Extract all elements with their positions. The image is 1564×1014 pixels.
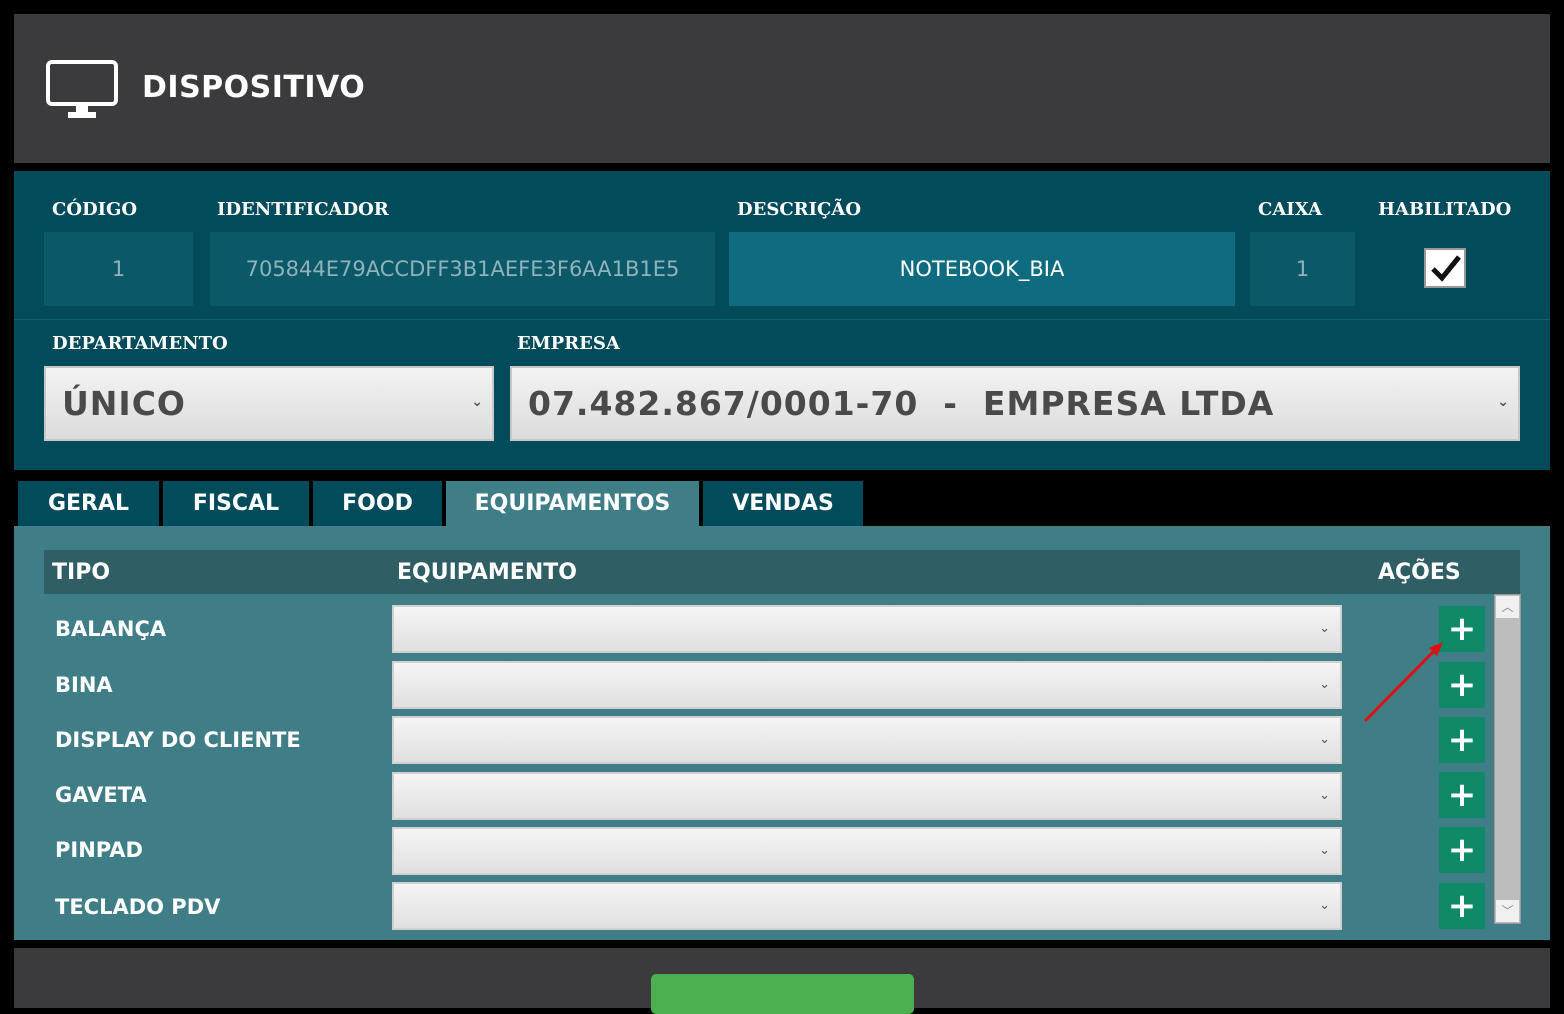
chevron-down-icon: ⌄ <box>471 394 484 410</box>
departamento-value: ÚNICO <box>62 384 186 423</box>
empresa-value: 07.482.867/0001-70 - EMPRESA LTDA <box>528 384 1275 423</box>
page-title: DISPOSITIVO <box>142 70 366 105</box>
chevron-down-icon: ⌄ <box>1319 732 1330 747</box>
chevron-down-icon: ⌄ <box>1497 394 1510 410</box>
monitor-icon <box>46 60 118 118</box>
caixa-label: CAIXA <box>1258 199 1323 220</box>
form-divider <box>14 319 1550 320</box>
device-form: CÓDIGO IDENTIFICADOR DESCRIÇÃO CAIXA HAB… <box>14 171 1550 470</box>
row-label-teclado-pdv: TECLADO PDV <box>55 895 221 919</box>
save-button[interactable] <box>651 974 914 1014</box>
row-label-pinpad: PINPAD <box>55 838 143 862</box>
tab-vendas[interactable]: VENDAS <box>703 481 863 526</box>
row-label-display-do-cliente: DISPLAY DO CLIENTE <box>55 728 301 752</box>
descricao-field[interactable]: NOTEBOOK_BIA <box>729 232 1235 306</box>
codigo-label: CÓDIGO <box>52 199 138 220</box>
row-label-bina: BINA <box>55 673 113 697</box>
add-button-teclado-pdv[interactable]: + <box>1439 883 1485 929</box>
equipamento-select-bina[interactable]: ⌄ <box>392 661 1342 709</box>
chevron-down-icon: ⌄ <box>1319 898 1330 913</box>
tab-equipamentos[interactable]: EQUIPAMENTOS <box>446 481 699 526</box>
checkmark-icon <box>1431 255 1461 282</box>
identificador-label: IDENTIFICADOR <box>217 199 389 220</box>
equipamento-select-display-do-cliente[interactable]: ⌄ <box>392 716 1342 764</box>
tab-food[interactable]: FOOD <box>313 481 442 526</box>
table-header: TIPO EQUIPAMENTO AÇÕES <box>44 550 1520 594</box>
chevron-down-icon: ⌄ <box>1319 843 1330 858</box>
empresa-select[interactable]: 07.482.867/0001-70 - EMPRESA LTDA ⌄ <box>510 366 1520 441</box>
tab-geral[interactable]: GERAL <box>18 481 159 526</box>
equipamento-select-teclado-pdv[interactable]: ⌄ <box>392 882 1342 930</box>
descricao-label: DESCRIÇÃO <box>737 199 862 220</box>
scroll-down-icon[interactable]: ﹀ <box>1496 900 1519 922</box>
departamento-select[interactable]: ÚNICO ⌄ <box>44 366 494 441</box>
chevron-down-icon: ⌄ <box>1319 621 1330 636</box>
vertical-scrollbar[interactable]: ︿ ﹀ <box>1494 594 1521 924</box>
tab-fiscal[interactable]: FISCAL <box>163 481 309 526</box>
identificador-field[interactable]: 705844E79ACCDFF3B1AEFE3F6AA1B1E5 <box>210 232 715 306</box>
scroll-up-icon[interactable]: ︿ <box>1496 596 1519 618</box>
equipamento-header: EQUIPAMENTO <box>397 560 577 585</box>
equipamento-select-balanca[interactable]: ⌄ <box>392 605 1342 653</box>
empresa-label: EMPRESA <box>517 333 620 354</box>
row-label-gaveta: GAVETA <box>55 783 147 807</box>
chevron-down-icon: ⌄ <box>1319 677 1330 692</box>
habilitado-label: HABILITADO <box>1378 199 1512 220</box>
departamento-label: DEPARTAMENTO <box>52 333 228 354</box>
equipamento-select-gaveta[interactable]: ⌄ <box>392 772 1342 820</box>
tipo-header: TIPO <box>52 560 111 585</box>
equipamentos-panel: TIPO EQUIPAMENTO AÇÕES BALANÇA ⌄ + BINA … <box>14 526 1550 940</box>
page-header: DISPOSITIVO <box>14 14 1550 163</box>
acoes-header: AÇÕES <box>1378 560 1461 585</box>
chevron-down-icon: ⌄ <box>1319 788 1330 803</box>
row-label-balanca: BALANÇA <box>55 617 167 641</box>
footer-bar <box>14 948 1550 1014</box>
equipamento-select-pinpad[interactable]: ⌄ <box>392 827 1342 875</box>
add-button-pinpad[interactable]: + <box>1439 827 1485 873</box>
red-arrow-annotation <box>1363 642 1443 723</box>
codigo-field[interactable]: 1 <box>44 232 193 306</box>
habilitado-checkbox[interactable] <box>1424 248 1466 288</box>
add-button-gaveta[interactable]: + <box>1439 772 1485 818</box>
caixa-field[interactable]: 1 <box>1250 232 1355 306</box>
